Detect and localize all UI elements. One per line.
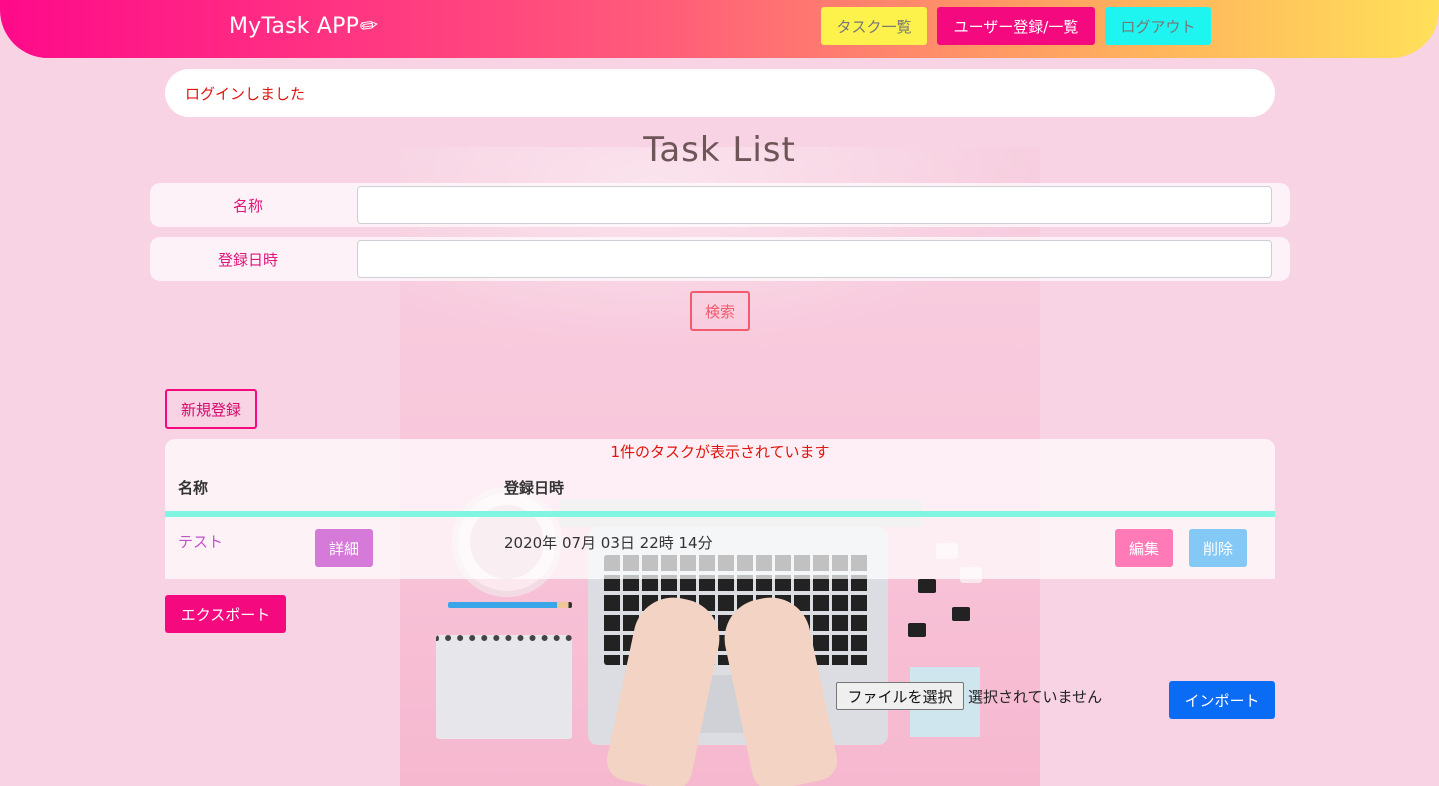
nav-logout-button[interactable]: ログアウト [1105, 7, 1211, 45]
flash-message: ログインしました [165, 69, 1275, 117]
task-created-at: 2020年 07月 03日 22時 14分 [504, 534, 713, 552]
import-button[interactable]: インポート [1169, 681, 1275, 719]
search-name-row: 名称 [150, 183, 1290, 227]
nav-user-register-button[interactable]: ユーザー登録/一覧 [937, 7, 1095, 45]
search-date-row: 登録日時 [150, 237, 1290, 281]
search-button[interactable]: 検索 [690, 291, 750, 331]
delete-button[interactable]: 削除 [1189, 529, 1247, 567]
date-label: 登録日時 [217, 250, 278, 269]
name-label: 名称 [232, 196, 263, 215]
page-title: Task List [643, 130, 796, 170]
export-button[interactable]: エクスポート [165, 595, 286, 633]
brand-name: MyTask APP [229, 14, 360, 39]
edit-button[interactable]: 編集 [1115, 529, 1173, 567]
column-header-date: 登録日時 [504, 479, 565, 497]
column-header-name: 名称 [178, 479, 209, 497]
flash-text: ログインしました [185, 84, 306, 103]
binder-clip [918, 579, 936, 593]
date-search-input[interactable] [357, 240, 1272, 278]
binder-clip [952, 607, 970, 621]
pencil-object [448, 602, 572, 608]
task-table: 1件のタスクが表示されています 名称 登録日時 テスト 詳細 2020年 07月… [165, 439, 1275, 579]
task-name-link[interactable]: テスト [178, 531, 223, 552]
brand-logo[interactable]: MyTask APP✏ [229, 12, 381, 41]
table-divider [165, 511, 1275, 517]
binder-clip [908, 623, 926, 637]
name-search-input[interactable] [357, 186, 1272, 224]
pencil-icon: ✏ [358, 12, 381, 41]
task-count-message: 1件のタスクが表示されています [610, 443, 830, 461]
nav-task-list-button[interactable]: タスク一覧 [821, 7, 927, 45]
choose-file-button[interactable]: ファイルを選択 [836, 682, 964, 710]
new-task-button[interactable]: 新規登録 [165, 389, 257, 429]
app-header: MyTask APP✏ タスク一覧 ユーザー登録/一覧 ログアウト [0, 0, 1439, 58]
detail-button[interactable]: 詳細 [315, 529, 373, 567]
file-status-text: 選択されていません [968, 688, 1103, 706]
notepad [436, 635, 572, 739]
